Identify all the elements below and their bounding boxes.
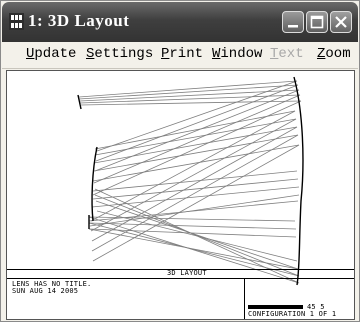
menu-window-rest: indow — [220, 46, 263, 62]
minimize-icon — [288, 25, 298, 28]
configuration-text: CONFIGURATION 1 OF 1 — [248, 310, 337, 318]
layout-canvas[interactable]: 3D LAYOUT LENS HAS NO TITLE. SUN AUG 14 … — [6, 70, 355, 320]
layout-window: 1: 3D Layout Update Settings Print Windo… — [0, 0, 360, 322]
title-bar[interactable]: 1: 3D Layout — [2, 2, 358, 42]
window-title: 1: 3D Layout — [28, 11, 130, 30]
menu-print-rest: rint — [169, 46, 204, 62]
menu-zoom-rest: oom — [325, 46, 351, 62]
plot-heading: 3D LAYOUT — [167, 269, 207, 277]
menu-update-rest: pdate — [34, 46, 77, 62]
maximize-icon — [310, 15, 324, 29]
scale-bar — [248, 305, 303, 309]
maximize-button[interactable] — [306, 11, 328, 33]
close-button[interactable] — [330, 11, 352, 33]
menu-window[interactable]: Window — [212, 46, 262, 62]
info-panel-divider — [244, 278, 245, 319]
date-text: SUN AUG 14 2005 — [12, 287, 79, 295]
minimize-button[interactable] — [282, 11, 304, 33]
ray-bundle-middle — [90, 110, 300, 262]
menu-text[interactable]: Text — [270, 46, 304, 62]
menu-settings[interactable]: Settings — [86, 46, 153, 62]
menu-bar: Update Settings Print Window Text Zoom — [2, 42, 358, 69]
close-icon — [335, 16, 347, 28]
menu-zoom[interactable]: Zoom — [317, 46, 351, 62]
zemax-app-icon[interactable] — [9, 13, 24, 30]
menu-text-rest: ext — [278, 46, 304, 62]
menu-print[interactable]: Print — [161, 46, 203, 62]
menu-update[interactable]: Update — [26, 46, 76, 62]
menu-settings-rest: ettings — [94, 46, 154, 62]
